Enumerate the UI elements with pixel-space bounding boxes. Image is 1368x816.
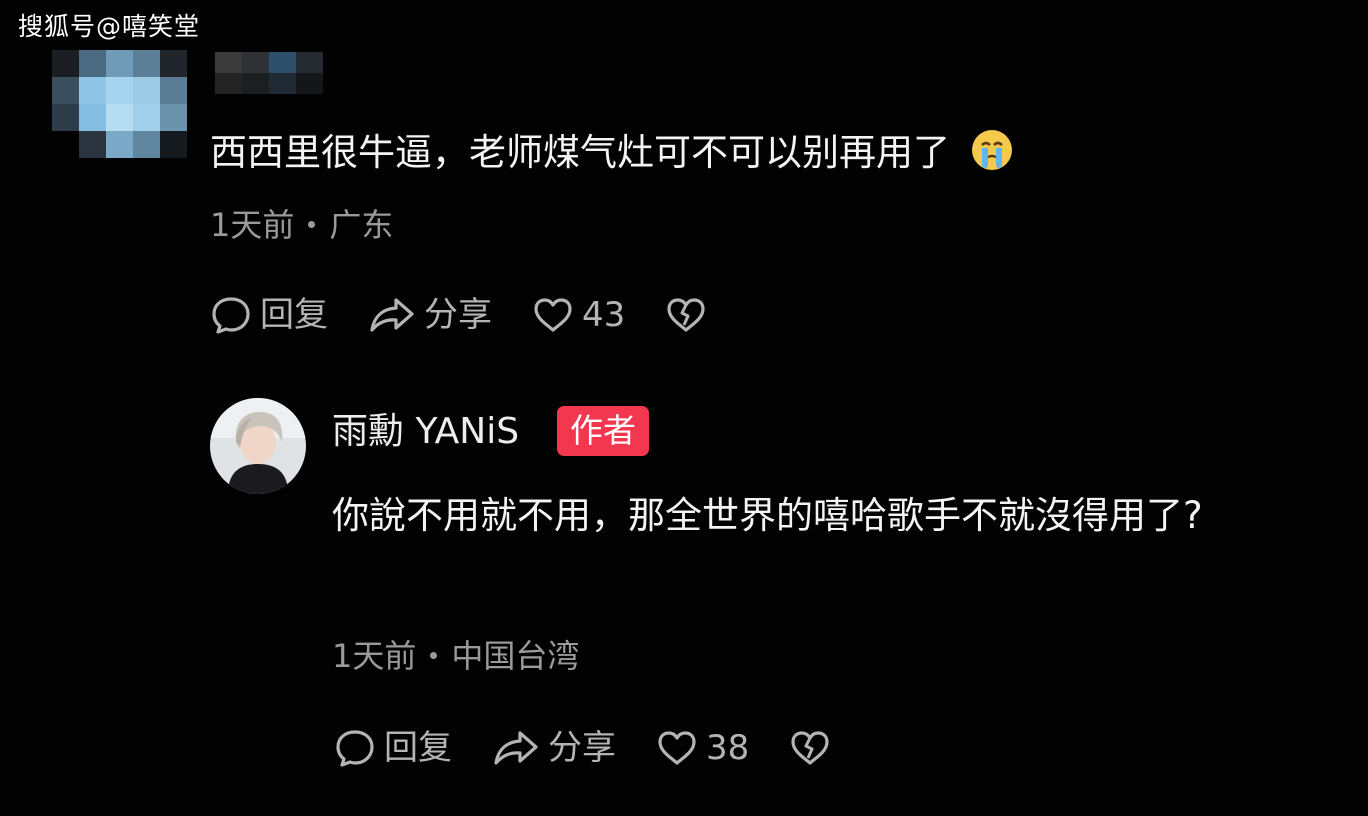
reply-button[interactable]: 回复 <box>210 295 328 335</box>
like-count: 43 <box>582 295 626 335</box>
author-name[interactable]: 雨勳 YANiS <box>332 407 519 457</box>
comment-location: 广东 <box>329 206 394 244</box>
watermark: 搜狐号@嘻笑堂 <box>18 12 201 41</box>
reply-time: 1天前 <box>332 637 417 675</box>
comment-actions: 回复 分享 43 <box>210 295 747 335</box>
blurred-username[interactable] <box>215 52 323 94</box>
reply-like-button[interactable]: 38 <box>656 728 749 768</box>
heart-icon <box>534 298 572 332</box>
broken-heart-icon <box>791 731 829 765</box>
share-label: 分享 <box>548 728 616 768</box>
like-button[interactable]: 43 <box>532 295 625 335</box>
reply-dislike-button[interactable] <box>789 728 831 768</box>
reply-location: 中国台湾 <box>451 637 580 675</box>
reply-actions: 回复 分享 38 <box>334 728 871 768</box>
separator-dot <box>308 220 316 228</box>
crying-face-emoji <box>971 130 1012 170</box>
reply-meta: 1天前 中国台湾 <box>332 636 579 676</box>
dislike-button[interactable] <box>665 295 707 335</box>
author-badge: 作者 <box>557 406 649 456</box>
author-avatar[interactable] <box>210 398 306 494</box>
comment-time: 1天前 <box>210 206 295 244</box>
comment-body: 西西里很牛逼，老师煤气灶可不可以别再用了 <box>210 131 950 174</box>
heart-icon <box>658 731 696 765</box>
reply-label: 回复 <box>384 728 452 768</box>
broken-heart-icon <box>667 298 705 332</box>
reply-label: 回复 <box>260 295 328 335</box>
separator-dot <box>430 651 438 659</box>
comment-text: 西西里很牛逼，老师煤气灶可不可以别再用了 <box>210 128 1014 177</box>
blurred-avatar[interactable] <box>52 50 187 160</box>
like-count: 38 <box>706 728 750 768</box>
reply-reply-button[interactable]: 回复 <box>334 728 452 768</box>
share-button[interactable]: 分享 <box>368 295 492 335</box>
share-arrow-icon <box>370 298 414 332</box>
comment-bubble-icon <box>336 730 374 767</box>
comment-meta: 1天前 广东 <box>210 205 393 245</box>
reply-text: 你說不用就不用，那全世界的嘻哈歌手不就沒得用了? <box>332 494 1203 537</box>
share-arrow-icon <box>494 731 538 765</box>
reply-share-button[interactable]: 分享 <box>492 728 616 768</box>
share-label: 分享 <box>424 295 492 335</box>
comment-bubble-icon <box>212 297 250 334</box>
